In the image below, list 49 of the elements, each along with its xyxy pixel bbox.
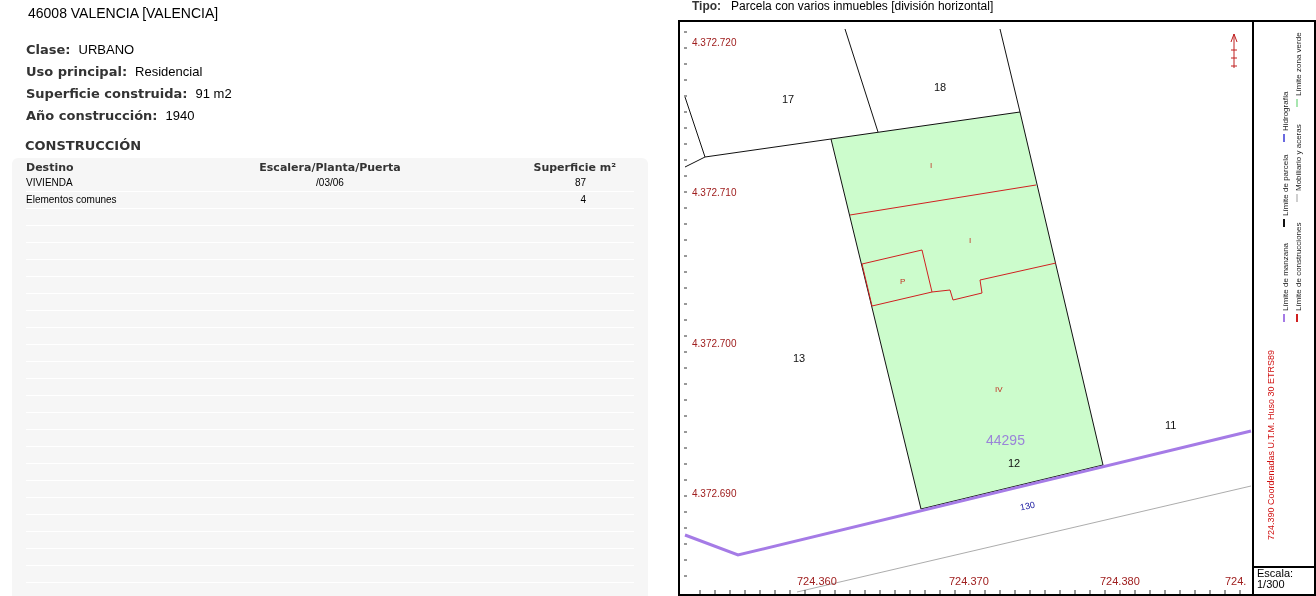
table-cell-text: VIVIENDA bbox=[26, 176, 73, 190]
field-value: Residencial bbox=[135, 63, 203, 81]
field-label: Clase: bbox=[26, 41, 71, 59]
north-arrow-icon bbox=[1230, 33, 1238, 69]
legend-label: Mobiliario y aceras bbox=[1294, 124, 1303, 191]
field-label: Año construcción: bbox=[26, 107, 158, 125]
field-value: 1940 bbox=[165, 107, 195, 125]
subparcel-label: I bbox=[969, 236, 972, 245]
coordinate-label: 724.380 bbox=[1100, 575, 1140, 587]
subparcel-label: P bbox=[900, 277, 906, 286]
scale-value: 1/300 bbox=[1257, 579, 1286, 590]
type-label: Tipo: bbox=[692, 0, 722, 13]
table-cell: /03/06 bbox=[316, 177, 344, 188]
column-header: Destino bbox=[26, 159, 74, 176]
address-heading: 46008 VALENCIA [VALENCIA] bbox=[28, 4, 219, 22]
column-header: Escalera/Planta/Puerta bbox=[259, 159, 401, 176]
coordinate-label: 724. bbox=[1225, 575, 1247, 587]
table-cell-text: 4 bbox=[580, 193, 586, 207]
legend-label: Límite de construcciones bbox=[1294, 222, 1303, 311]
street-number: 130 bbox=[1019, 499, 1036, 513]
parcel-number: 17 bbox=[782, 93, 795, 105]
coordinate-label: 4.372.720 bbox=[692, 37, 737, 48]
legend-label: Límite de manzana bbox=[1281, 242, 1290, 311]
coordinate-label: 4.372.700 bbox=[692, 338, 737, 349]
field-label: Superficie construida: bbox=[26, 85, 188, 103]
field-label: Uso principal: bbox=[26, 63, 128, 81]
coordinate-label: 4.372.710 bbox=[692, 187, 737, 198]
cadastral-reference: 44295 bbox=[986, 432, 1025, 448]
subparcel-label: IV bbox=[995, 385, 1003, 394]
parcel-number: 18 bbox=[934, 81, 947, 93]
parcel-number: 13 bbox=[793, 352, 806, 364]
legend-label: Límite zona verde bbox=[1294, 32, 1303, 96]
coordinate-label: 724.370 bbox=[949, 575, 989, 587]
subparcel-label: I bbox=[930, 161, 933, 170]
scale-label: Escala: bbox=[1257, 568, 1295, 579]
field-value: 91 m2 bbox=[195, 85, 232, 103]
field-value: URBANO bbox=[78, 41, 135, 59]
coordinate-label: 4.372.690 bbox=[692, 488, 737, 499]
column-header: Superficie m² bbox=[533, 159, 616, 176]
type-value: Parcela con varios inmuebles [división horizontal] bbox=[731, 0, 994, 13]
coordinate-system: 724.390 Coordenadas U.T.M. Huso 30 ETRS89 bbox=[1266, 349, 1276, 540]
section-title: CONSTRUCCIÓN bbox=[25, 137, 142, 155]
legend-label: Hidrografía bbox=[1281, 91, 1290, 131]
legend-label: Límite de parcela bbox=[1281, 154, 1290, 216]
parcel-number: 11 bbox=[1165, 419, 1177, 431]
parcel-number: 12 bbox=[1008, 457, 1021, 469]
table-cell-text: 87 bbox=[574, 176, 586, 190]
table-cell-text: Elementos comunes bbox=[26, 193, 117, 207]
coordinate-label: 724.360 bbox=[797, 575, 837, 587]
